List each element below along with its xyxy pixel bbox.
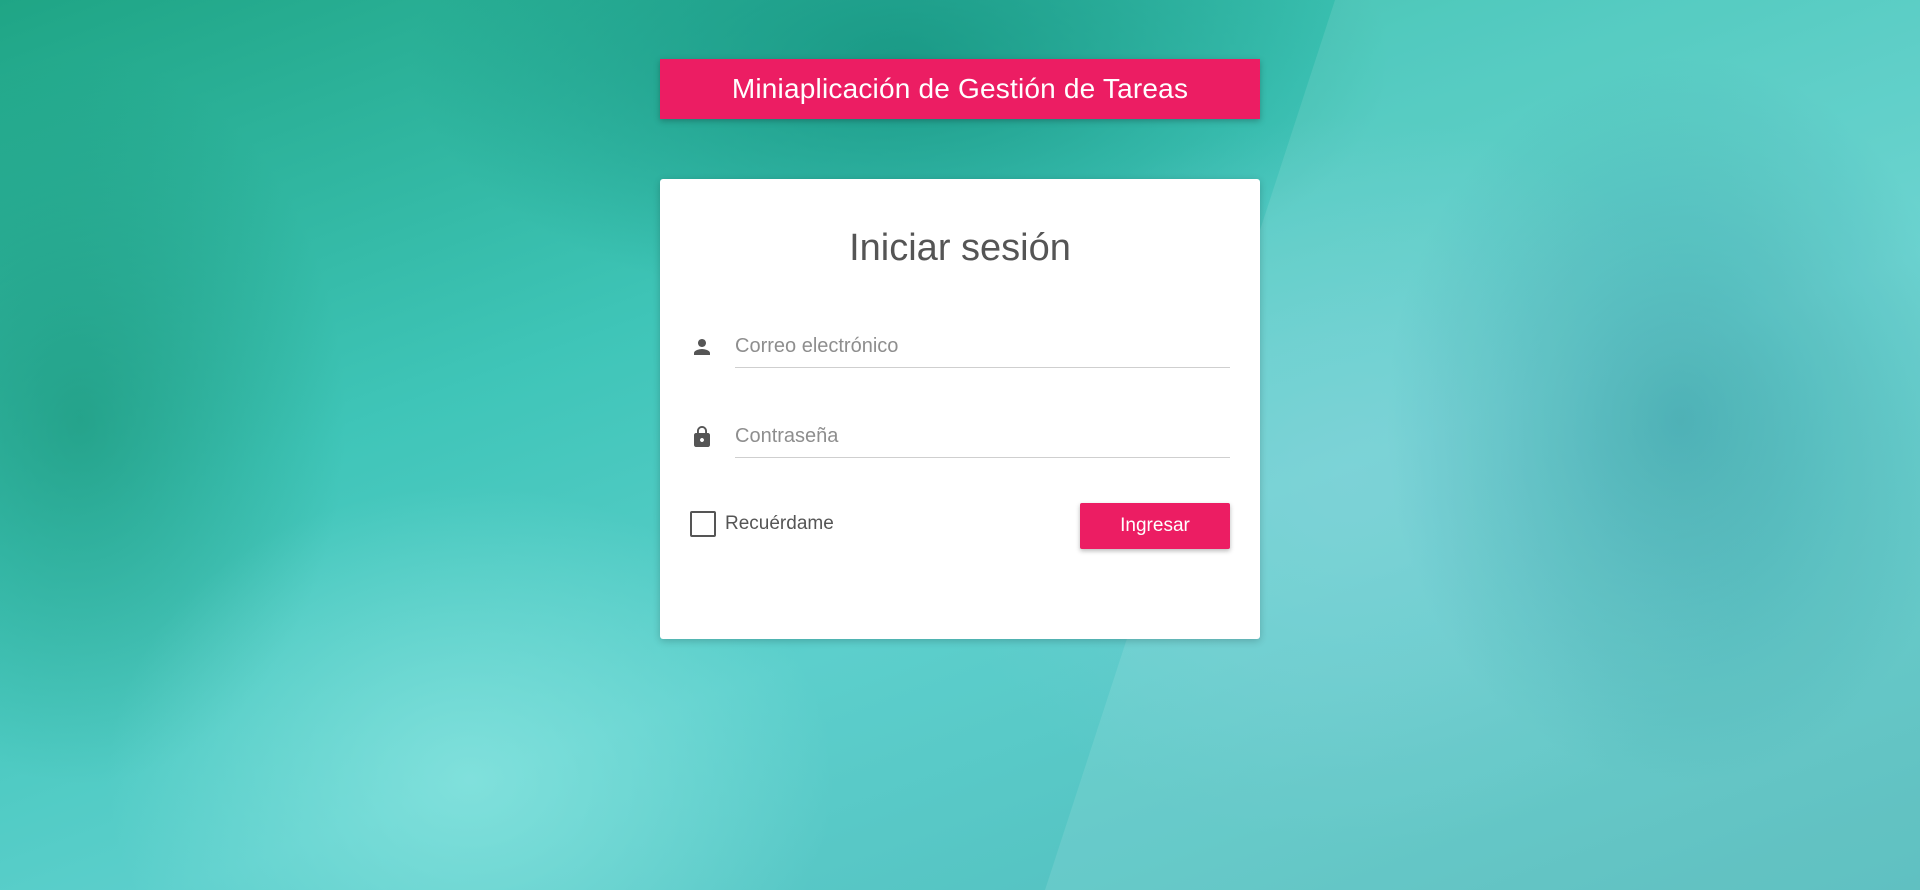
app-title-banner: Miniaplicación de Gestión de Tareas xyxy=(660,59,1260,119)
login-button[interactable]: Ingresar xyxy=(1080,503,1230,549)
email-field[interactable] xyxy=(735,325,1230,368)
person-icon xyxy=(690,335,714,359)
app-title: Miniaplicación de Gestión de Tareas xyxy=(731,73,1189,104)
remember-me-label: Recuérdame xyxy=(725,513,834,534)
remember-me-checkbox[interactable] xyxy=(690,511,716,537)
lock-icon xyxy=(690,425,714,449)
email-field-row xyxy=(690,325,1230,375)
login-title: Iniciar sesión xyxy=(849,227,1071,269)
password-field[interactable] xyxy=(735,415,1230,458)
remember-me-option[interactable]: Recuérdame xyxy=(690,509,834,539)
password-field-row xyxy=(690,415,1230,465)
login-card: Iniciar sesión Recuérdame Ingresar xyxy=(660,179,1260,639)
